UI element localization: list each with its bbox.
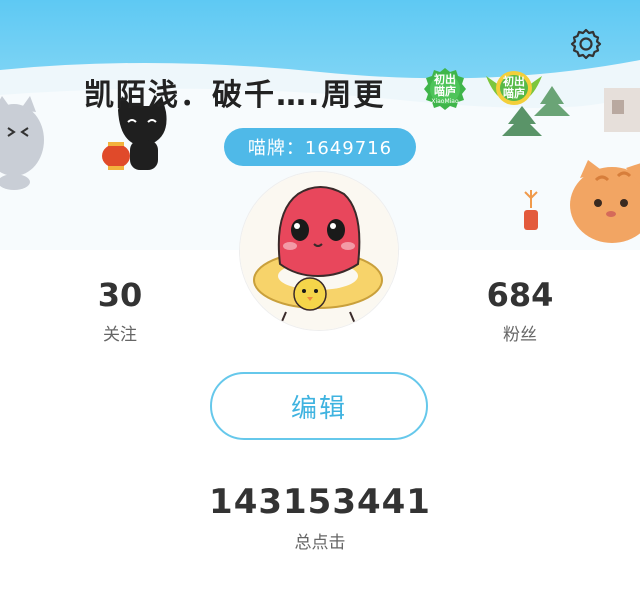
badge-text-bottom: 喵庐 (434, 85, 456, 98)
avatar[interactable] (240, 172, 398, 330)
gear-icon (570, 28, 602, 60)
followers-count: 684 (486, 276, 554, 314)
edit-profile-button[interactable]: 编辑 (210, 372, 428, 440)
settings-button[interactable] (566, 24, 606, 64)
followers-label: 粉丝 (503, 325, 537, 345)
badge-text-bottom: 喵庐 (503, 87, 525, 100)
following-label: 关注 (103, 325, 137, 345)
level-badge[interactable]: 初出 喵庐 XiaoMiao (420, 66, 470, 110)
followers-stat[interactable]: 684 粉丝 (460, 276, 580, 345)
total-clicks-stat: 143153441 总点击 (170, 482, 470, 553)
avatar-illustration (240, 172, 398, 330)
level-badge-winged[interactable]: 初出 喵庐 (484, 66, 542, 110)
uid-badge: 喵牌：1649716 (224, 128, 416, 166)
following-stat[interactable]: 30 关注 (60, 276, 180, 345)
username: 凯陌浅．破千….周更 (84, 78, 386, 113)
badge-subtext: XiaoMiao (431, 98, 459, 105)
total-clicks-count: 143153441 (209, 482, 431, 522)
following-count: 30 (97, 276, 143, 314)
total-clicks-label: 总点击 (294, 533, 346, 553)
